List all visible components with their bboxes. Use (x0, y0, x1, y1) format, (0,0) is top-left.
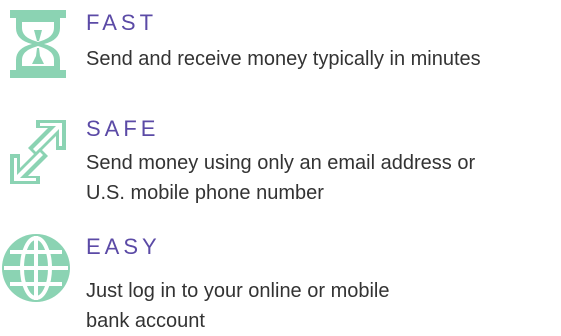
feature-easy: EASY Just log in to your online or mobil… (0, 228, 561, 336)
feature-title: EASY (86, 234, 161, 259)
arrows-exchange-icon (10, 120, 66, 184)
feature-safe: SAFE Send money using only an email addr… (0, 110, 561, 220)
feature-title: FAST (86, 10, 158, 35)
feature-description-line: Send and receive money typically in minu… (86, 48, 481, 70)
feature-description: Just log in to your online or mobile ban… (86, 276, 390, 336)
feature-description-line: Just log in to your online or mobile (86, 280, 390, 302)
feature-description-line: bank account (86, 310, 205, 332)
globe-icon (2, 234, 70, 302)
features-panel: { "colors": { "accent": "#5b4aa6", "icon… (0, 0, 561, 336)
feature-fast: FAST Send and receive money typically in… (0, 0, 561, 92)
feature-title: SAFE (86, 116, 160, 141)
feature-description: Send and receive money typically in minu… (86, 44, 481, 74)
feature-description-line: Send money using only an email address o… (86, 152, 476, 174)
feature-description: Send money using only an email address o… (86, 148, 475, 208)
feature-description-line: U.S. mobile phone number (86, 182, 324, 204)
hourglass-icon (10, 10, 66, 78)
